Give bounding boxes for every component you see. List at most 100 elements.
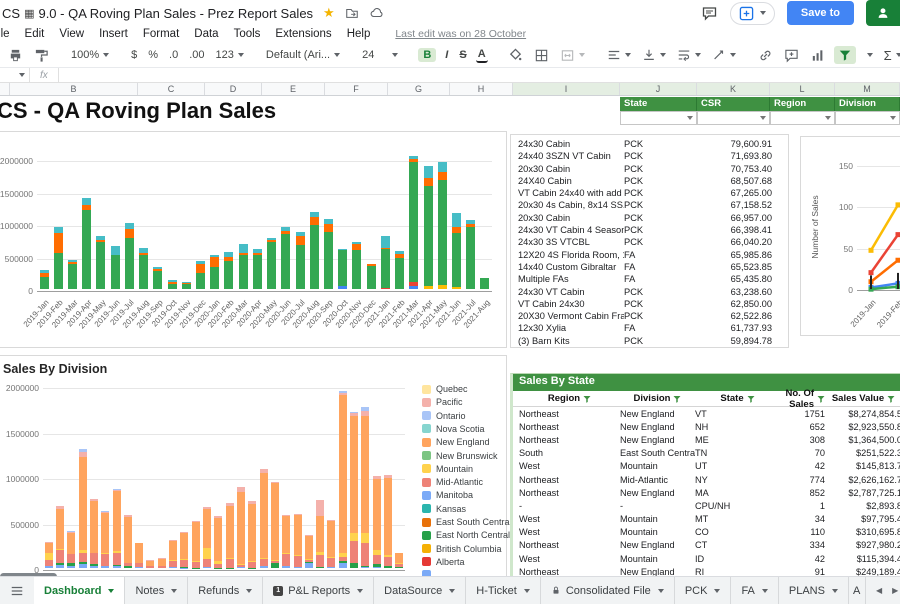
merge-cells-icon[interactable]	[558, 47, 587, 64]
font-family-select[interactable]: Default (Ari...	[264, 48, 342, 62]
sheet-area[interactable]: CS - QA Roving Plan Sales StateCSRRegion…	[0, 96, 900, 579]
filter-funnel-icon[interactable]	[747, 395, 755, 403]
comment-history-icon[interactable]	[701, 5, 718, 21]
tab-consolidated-file[interactable]: Consolidated File	[541, 577, 675, 604]
paint-format-icon[interactable]	[32, 47, 51, 64]
vertical-align-icon[interactable]	[640, 47, 668, 63]
filter-funnel-icon[interactable]	[817, 395, 825, 403]
menu-view[interactable]: View	[59, 28, 84, 40]
column-header-H[interactable]: H	[450, 83, 513, 95]
column-header-B[interactable]: B	[10, 83, 138, 95]
tab-p-l-reports[interactable]: 1P&L Reports	[263, 577, 374, 604]
menu-tools[interactable]: Tools	[234, 28, 261, 40]
tab-datasource[interactable]: DataSource	[374, 577, 466, 604]
number-of-sales-line-chart[interactable]: 050100150Number of Sales2019-Jan2019-Feb	[800, 136, 900, 336]
share-button[interactable]	[866, 0, 900, 26]
format-currency-button[interactable]: $	[129, 48, 139, 62]
menu-edit[interactable]: Edit	[25, 28, 45, 40]
font-size-select[interactable]: 24	[360, 48, 400, 62]
filter-dropdown-csr[interactable]	[697, 111, 770, 125]
column-header-C[interactable]: C	[138, 83, 205, 95]
state-cell: -	[620, 501, 695, 511]
tab-refunds[interactable]: Refunds	[188, 577, 263, 604]
tab-dashboard[interactable]: Dashboard	[34, 577, 125, 604]
cloud-status-icon[interactable]	[369, 6, 384, 20]
menu-file[interactable]: File	[0, 28, 10, 40]
text-wrap-icon[interactable]	[675, 47, 703, 63]
bold-button[interactable]: B	[418, 48, 436, 62]
tab-h-ticket[interactable]: H-Ticket	[466, 577, 541, 604]
filter-views-icon[interactable]	[863, 52, 875, 58]
filter-funnel-icon[interactable]	[887, 395, 895, 403]
insert-link-icon[interactable]	[756, 47, 775, 64]
tab-scroll-left-icon[interactable]: ◀	[876, 586, 882, 595]
state-col-header[interactable]: Sales Value	[825, 393, 900, 404]
name-box[interactable]	[0, 68, 30, 82]
column-header-K[interactable]: K	[697, 83, 770, 95]
filter-dropdown-region[interactable]	[770, 111, 835, 125]
document-title[interactable]: CS ▦ 9.0 - QA Roving Plan Sales - Prez R…	[2, 6, 313, 21]
fill-color-icon[interactable]	[506, 47, 525, 64]
tab-fa[interactable]: FA	[731, 577, 778, 604]
tab-scroll-right-icon[interactable]: ▶	[892, 586, 898, 595]
column-header-F[interactable]: F	[325, 83, 388, 95]
menu-format[interactable]: Format	[143, 28, 179, 40]
insert-chart-icon[interactable]	[808, 47, 827, 64]
filter-dropdown-division[interactable]	[835, 111, 900, 125]
column-header-J[interactable]: J	[620, 83, 697, 95]
legend-item-east-south-central: East South Central	[422, 517, 512, 527]
menu-insert[interactable]: Insert	[99, 28, 128, 40]
tab-scroll-arrows[interactable]: ◀ ▶	[866, 577, 898, 604]
state-col-header[interactable]: State	[695, 393, 780, 404]
state-col-header[interactable]: Division	[620, 393, 695, 404]
move-folder-icon[interactable]	[345, 6, 359, 20]
sales-by-state-title: Sales By State	[513, 374, 900, 391]
tab-notes[interactable]: Notes	[125, 577, 188, 604]
filter-icon[interactable]	[834, 46, 856, 64]
filter-funnel-icon[interactable]	[583, 395, 591, 403]
sales-by-state-table[interactable]: Sales By State RegionDivisionStateNo. Of…	[510, 373, 900, 579]
top-items-table[interactable]: 24x30 CabinPCK79,600.9124x40 3SZN VT Cab…	[510, 134, 789, 348]
save-to-button[interactable]: Save to	[787, 1, 854, 25]
decrease-decimals-button[interactable]: .0	[167, 48, 180, 62]
zoom-select[interactable]: 100%	[69, 48, 111, 62]
column-header-I[interactable]: I	[513, 83, 620, 95]
last-edit-link[interactable]: Last edit was on 28 October	[395, 28, 526, 40]
horizontal-align-icon[interactable]	[605, 47, 633, 63]
borders-icon[interactable]	[532, 47, 551, 64]
filter-funnel-icon[interactable]	[673, 395, 681, 403]
sales-by-division-chart[interactable]: Sales By Division05000001000000150000020…	[0, 355, 507, 579]
meet-presentation-button[interactable]	[730, 2, 775, 25]
filter-dropdown-state[interactable]	[620, 111, 697, 125]
tab-pck[interactable]: PCK	[675, 577, 732, 604]
strikethrough-button[interactable]: S	[457, 48, 468, 62]
text-rotation-icon[interactable]	[710, 47, 738, 63]
tab-a[interactable]: A	[849, 577, 866, 604]
functions-icon[interactable]: Σ	[882, 47, 900, 64]
bar-segment-new-england	[316, 516, 324, 551]
increase-decimals-button[interactable]: .00	[187, 48, 206, 62]
state-col-header[interactable]: No. Of Sales	[780, 388, 825, 410]
insert-comment-icon[interactable]	[782, 47, 801, 64]
text-color-button[interactable]: A	[476, 48, 488, 63]
all-sheets-menu-icon[interactable]	[0, 577, 34, 604]
menu-extensions[interactable]: Extensions	[275, 28, 331, 40]
format-percent-button[interactable]: %	[146, 48, 160, 62]
tab-plans[interactable]: PLANS	[779, 577, 849, 604]
column-header-D[interactable]: D	[205, 83, 262, 95]
item-value: 65,523.85	[731, 262, 772, 272]
state-col-header[interactable]: Region	[513, 393, 620, 404]
print-icon[interactable]	[6, 47, 25, 64]
menu-data[interactable]: Data	[194, 28, 218, 40]
menu-help[interactable]: Help	[347, 28, 371, 40]
column-header-G[interactable]: G	[388, 83, 450, 95]
gridline	[43, 570, 405, 571]
state-cell: NY	[695, 475, 780, 485]
more-formats-button[interactable]: 123	[214, 48, 246, 62]
column-header-E[interactable]: E	[262, 83, 325, 95]
monthly-sales-stacked-chart[interactable]: 05000001000000150000020000002019-Jan2019…	[0, 131, 507, 348]
italic-button[interactable]: I	[443, 48, 450, 62]
star-icon[interactable]: ★	[323, 5, 335, 21]
column-header-L[interactable]: L	[770, 83, 835, 95]
column-header-M[interactable]: M	[835, 83, 900, 95]
